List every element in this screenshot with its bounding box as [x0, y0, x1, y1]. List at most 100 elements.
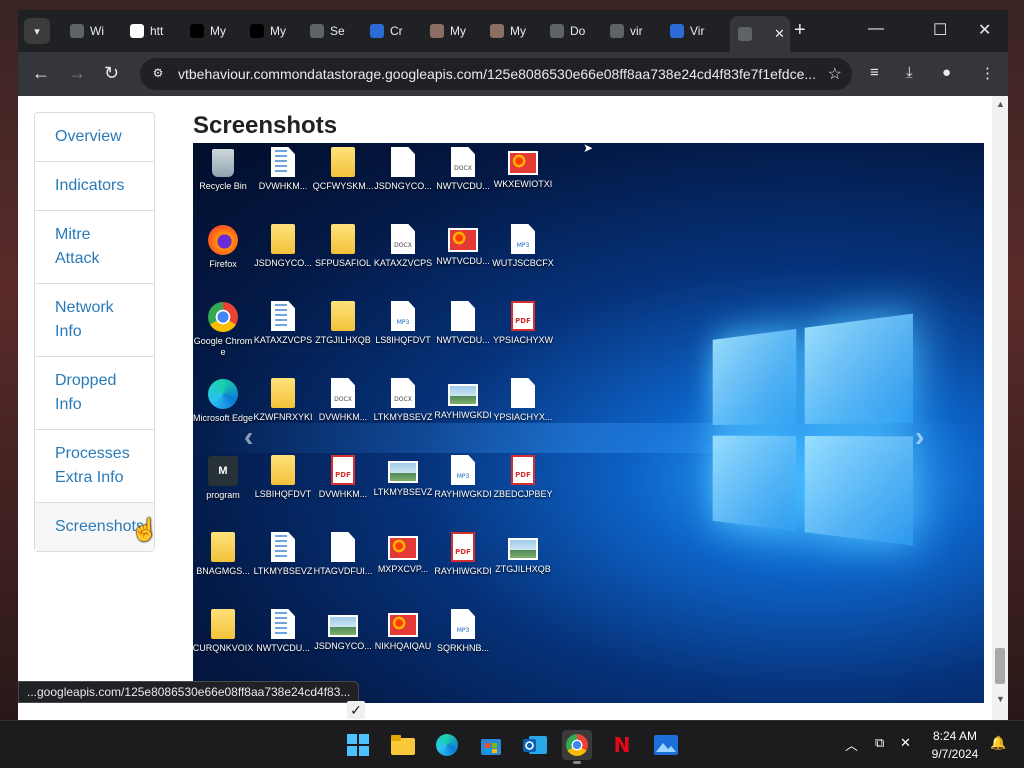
tab-label: My	[210, 24, 226, 38]
carousel-next-button[interactable]: ›	[915, 421, 924, 453]
browser-tab[interactable]: vir	[602, 16, 658, 46]
desktop-icon-label: DVWHKM...	[318, 412, 368, 422]
site-info-icon[interactable]: ⚙	[150, 66, 166, 82]
photos-app-icon[interactable]	[651, 730, 681, 760]
desktop-icon-label: RAYHIWGKDI	[434, 410, 492, 420]
desktop-icon-label: KZWFNRXYKI	[253, 412, 313, 422]
back-button[interactable]: ←	[32, 63, 50, 83]
forward-button[interactable]: →	[68, 63, 86, 83]
reload-button[interactable]: ↻	[104, 63, 119, 83]
nav-dropped-info[interactable]: Dropped Info	[35, 357, 154, 430]
img-file-icon	[508, 538, 538, 560]
windows-logo	[712, 313, 920, 554]
maximize-button[interactable]: ☐	[933, 20, 947, 40]
desktop-icon-label: NWTVCDU...	[436, 335, 490, 345]
browser-tab[interactable]: Cr	[362, 16, 418, 46]
desktop-icon: Google Chrome	[193, 297, 253, 374]
browser-tab[interactable]: htt	[122, 16, 178, 46]
browser-tab[interactable]: My	[242, 16, 298, 46]
netflix-icon[interactable]: N	[607, 730, 637, 760]
scroll-thumb[interactable]	[995, 648, 1005, 684]
desktop-icon: NWTVCDU...	[433, 143, 493, 220]
sigma-icon	[670, 24, 684, 38]
web-page: Overview Indicators Mitre Attack Network…	[18, 96, 992, 722]
mouse-pointer-icon: ➤	[583, 143, 594, 155]
taskbar: N ︿ ⧉ ✕ 8:24 AM 9/7/2024 🔔	[0, 720, 1024, 768]
desktop-icon-label: QCFWYSKM...	[312, 181, 374, 191]
page-scrollbar[interactable]: ▲ ▼	[992, 96, 1008, 722]
tab-label: vir	[630, 24, 643, 38]
desktop-icon-label: Firefox	[209, 259, 237, 269]
tab-search-button[interactable]: ▾	[24, 18, 50, 44]
desktop-icon: RAYHIWGKDI	[433, 528, 493, 605]
desktop-icon: DVWHKM...	[313, 374, 373, 451]
folder-file-icon	[331, 301, 355, 331]
volume-muted-icon[interactable]: ✕	[900, 735, 911, 751]
file-explorer-icon[interactable]	[388, 730, 418, 760]
browser-tab[interactable]: My	[182, 16, 238, 46]
google-icon	[130, 24, 144, 38]
nav-mitre-attack[interactable]: Mitre Attack	[35, 211, 154, 284]
network-icon[interactable]: ⧉	[875, 735, 884, 751]
browser-tab[interactable]: ✕	[730, 16, 790, 52]
media-controls-icon[interactable]: ≡	[870, 64, 879, 81]
profile-icon[interactable]: ●	[942, 64, 951, 81]
desktop-icon: LSBIHQFDVT	[253, 451, 313, 528]
chrome-taskbar-icon[interactable]	[562, 730, 592, 764]
doc-file-icon	[271, 609, 295, 639]
nav-overview[interactable]: Overview	[35, 113, 154, 162]
loading-icon	[610, 24, 624, 38]
browser-tab[interactable]: Vir	[662, 16, 718, 46]
doc-file-icon	[391, 224, 415, 254]
hand-cursor-icon: ☝	[131, 517, 159, 542]
desktop-icon: JSDNGYCO...	[253, 220, 313, 297]
address-bar[interactable]: ⚙ vtbehaviour.commondatastorage.googleap…	[140, 58, 852, 90]
close-window-button[interactable]: ✕	[978, 20, 991, 40]
close-tab-icon[interactable]: ✕	[774, 26, 785, 42]
new-tab-button[interactable]: +	[794, 20, 806, 40]
pdf-file-icon	[451, 532, 475, 562]
browser-tab[interactable]: My	[422, 16, 478, 46]
desktop-icon-label: LTKMYBSEVZ	[373, 487, 433, 497]
nav-network-info[interactable]: Network Info	[35, 284, 154, 357]
remember-me-checkbox[interactable]: ✓ Remember me	[347, 701, 474, 719]
browser-tab[interactable]: Wi	[62, 16, 118, 46]
tab-label: htt	[150, 24, 164, 38]
browser-tab[interactable]: Do	[542, 16, 598, 46]
desktop-icon: YPSIACHYX...	[493, 374, 553, 451]
carousel-prev-button[interactable]: ‹	[244, 421, 253, 453]
scroll-up-arrow[interactable]: ▲	[996, 99, 1005, 109]
minimize-button[interactable]: —	[868, 20, 884, 38]
desktop-icon: Mprogram	[193, 451, 253, 528]
menu-kebab-icon[interactable]: ⋮	[980, 64, 995, 82]
desktop-icon: LTKMYBSEVZ	[373, 451, 433, 528]
doc-file-icon	[331, 532, 355, 562]
nav-processes-extra-info[interactable]: Processes Extra Info	[35, 430, 154, 503]
taskbar-clock[interactable]: 8:24 AM 9/7/2024	[924, 727, 986, 763]
microsoft-store-icon[interactable]	[476, 730, 506, 760]
desktop-icon-label: JSDNGYCO...	[254, 258, 312, 268]
firefox-file-icon	[208, 225, 238, 255]
nav-indicators[interactable]: Indicators	[35, 162, 154, 211]
desktop-icon: NWTVCDU...	[433, 220, 493, 297]
show-hidden-icons-chevron[interactable]: ︿	[845, 735, 858, 754]
desktop-icon: WKXEWIOTXI	[493, 143, 553, 220]
recycle-file-icon	[212, 149, 234, 177]
browser-tab[interactable]: My	[482, 16, 538, 46]
url-text[interactable]: vtbehaviour.commondatastorage.googleapis…	[178, 66, 818, 82]
scroll-down-arrow[interactable]: ▼	[996, 694, 1005, 704]
gear-icon	[310, 24, 324, 38]
doc-file-icon	[271, 147, 295, 177]
notifications-bell-icon[interactable]: 🔔	[990, 735, 1006, 751]
downloads-icon[interactable]: ⤓	[906, 64, 913, 81]
start-button[interactable]	[343, 730, 373, 760]
checkbox-checked-icon[interactable]: ✓	[347, 701, 365, 719]
bookmark-star-icon[interactable]: ☆	[828, 64, 842, 84]
pic-file-icon	[388, 536, 418, 560]
browser-tab[interactable]: Se	[302, 16, 358, 46]
desktop-icon-label: KATAXZVCPS	[373, 258, 433, 268]
edge-browser-icon[interactable]	[432, 730, 462, 760]
desktop-icon: YPSIACHYXW	[493, 297, 553, 374]
desktop-icon: DVWHKM...	[253, 143, 313, 220]
outlook-icon[interactable]	[520, 730, 550, 760]
